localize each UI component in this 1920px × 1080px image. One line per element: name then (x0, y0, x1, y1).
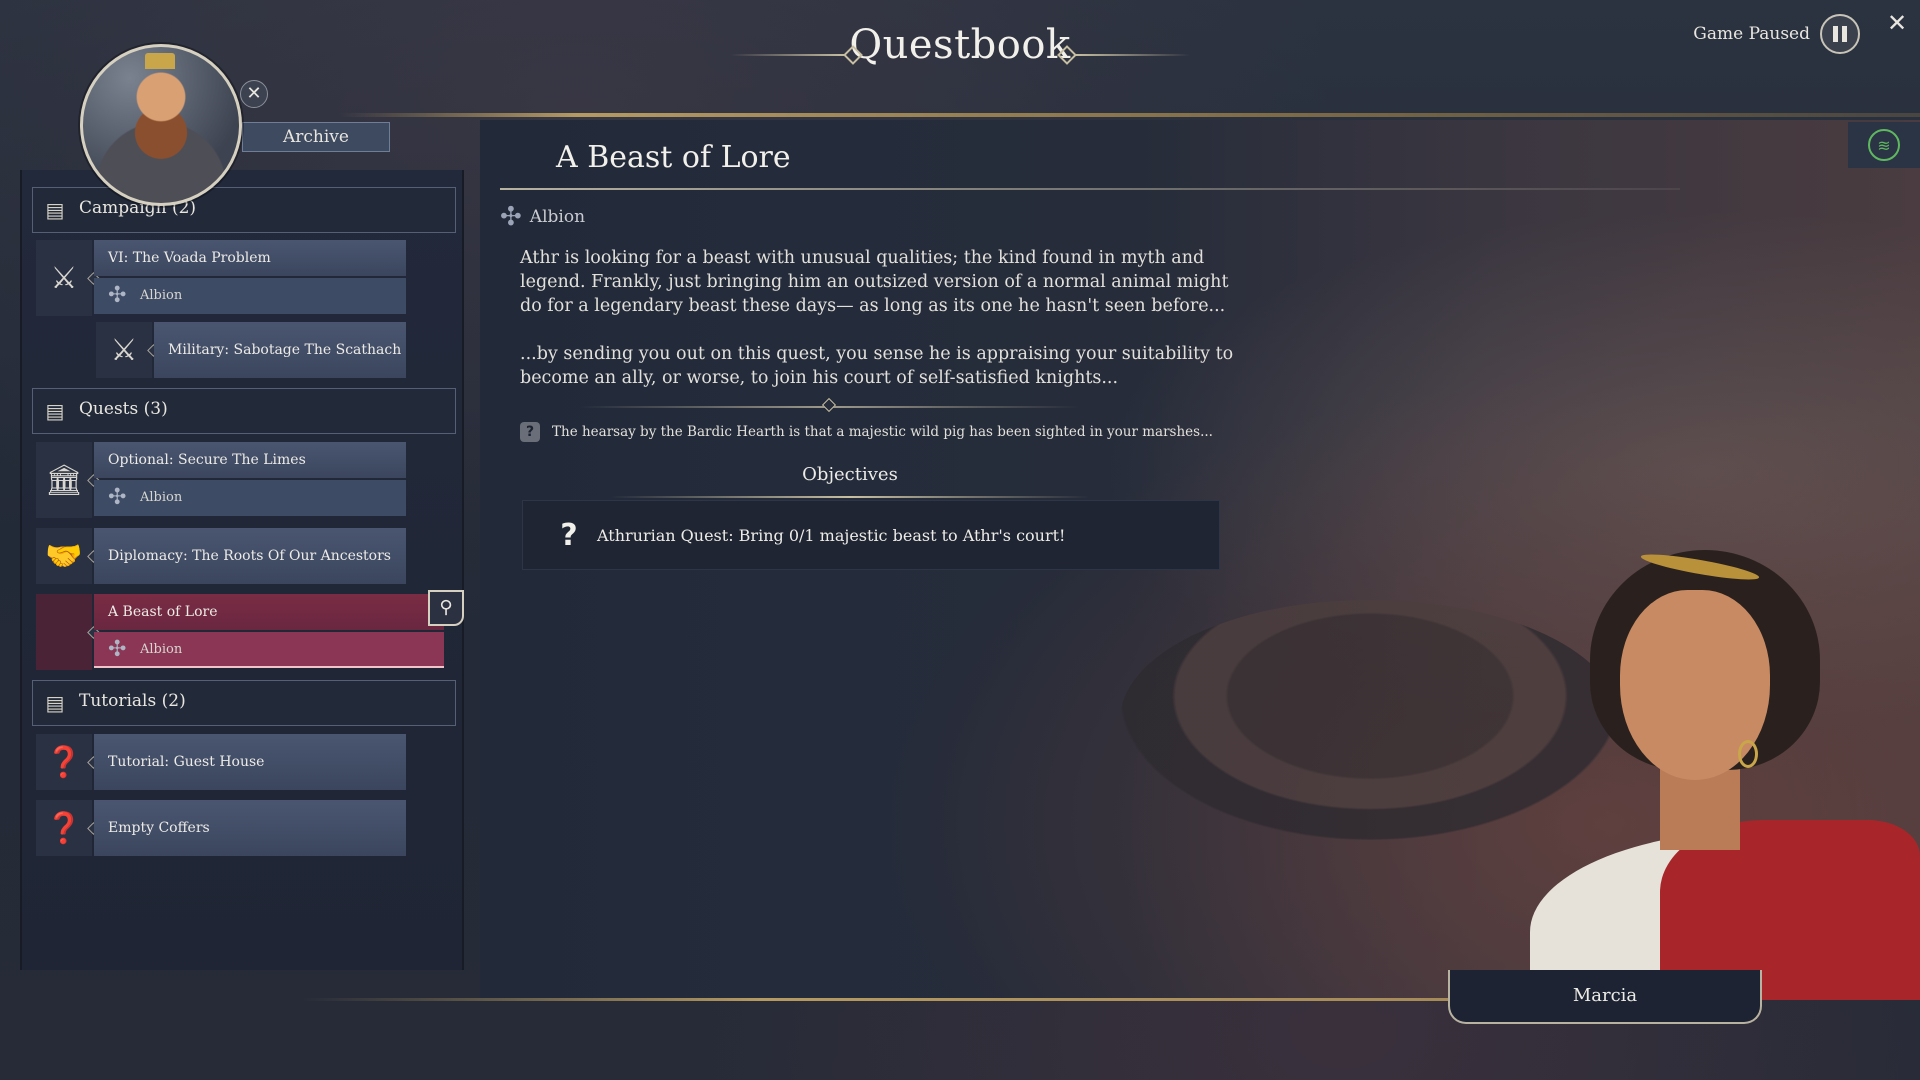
quest-title: Optional: Secure The Limes (94, 442, 406, 478)
title-wrap: Questbook (660, 22, 1260, 92)
quest-region-label: Albion (140, 642, 183, 657)
quest-item-voada[interactable]: ⚔ VI: The Voada Problem ✣ Albion (36, 240, 406, 316)
quest-icon (36, 594, 92, 670)
celtic-knot-icon: ✣ (108, 485, 127, 510)
quest-title: Military: Sabotage The Scathach (154, 322, 406, 378)
quest-region: ✣ Albion (500, 202, 585, 232)
celtic-knot-icon: ✣ (108, 283, 127, 308)
title-ornament-left (730, 54, 845, 56)
close-icon[interactable]: ✕ (240, 80, 268, 108)
quest-title: VI: The Voada Problem (94, 240, 406, 276)
quest-region-label: Albion (140, 490, 183, 505)
columns-icon: 🏛 (36, 442, 92, 518)
close-icon[interactable]: ✕ (1884, 10, 1910, 36)
connection-status[interactable]: ≋ (1848, 122, 1920, 168)
question-mark-icon: ? (560, 517, 578, 553)
page-title: Questbook (849, 22, 1071, 68)
region-label: Albion (529, 207, 586, 227)
quest-description: Athr is looking for a beast with unusual… (520, 246, 1240, 414)
section-campaign[interactable]: ▤ Campaign (2) (32, 187, 456, 233)
quest-list-panel: ▤ Campaign (2) ⚔ VI: The Voada Problem ✣… (20, 170, 464, 970)
celtic-knot-icon: ✣ (108, 637, 127, 662)
wifi-icon: ≋ (1868, 129, 1900, 161)
quest-item-sabotage[interactable]: ⚔ Military: Sabotage The Scathach (96, 322, 406, 378)
hint-text: The hearsay by the Bardic Hearth is that… (552, 424, 1213, 440)
footer-divider (300, 998, 1450, 1001)
description-paragraph: ...by sending you out on this quest, you… (520, 344, 1234, 388)
quest-hint: ? The hearsay by the Bardic Hearth is th… (520, 422, 1213, 442)
section-tutorials[interactable]: ▤ Tutorials (2) (32, 680, 456, 726)
advisor-portrait (1510, 540, 1920, 1000)
quest-body: Optional: Secure The Limes ✣ Albion (87, 442, 406, 518)
quest-body: Diplomacy: The Roots Of Our Ancestors (87, 528, 406, 584)
quest-body: Empty Coffers (87, 800, 406, 856)
title-divider (500, 188, 1680, 190)
crossed-swords-icon: ⚔ (36, 240, 92, 316)
quest-region: ✣ Albion (94, 480, 406, 516)
pin-icon[interactable]: ⚲ (428, 590, 464, 626)
scroll-icon: ▤ (45, 691, 65, 715)
quest-body: Military: Sabotage The Scathach (147, 322, 406, 378)
quest-item-limes[interactable]: 🏛 Optional: Secure The Limes ✣ Albion (36, 442, 406, 518)
scroll-icon: ▤ (45, 198, 65, 222)
section-quests[interactable]: ▤ Quests (3) (32, 388, 456, 434)
handshake-icon: 🤝 (36, 528, 92, 584)
quest-item-roots[interactable]: 🤝 Diplomacy: The Roots Of Our Ancestors (36, 528, 406, 584)
archive-button[interactable]: Archive (242, 122, 390, 152)
section-label: Tutorials (2) (79, 691, 186, 711)
crown (145, 53, 175, 69)
quest-item-beast-of-lore[interactable]: A Beast of Lore ✣ Albion ⚲ (36, 590, 464, 670)
quest-body: Tutorial: Guest House (87, 734, 406, 790)
quest-region: ✣ Albion (94, 632, 444, 668)
quest-body: VI: The Voada Problem ✣ Albion (87, 240, 406, 316)
quest-title: Empty Coffers (94, 800, 406, 856)
scroll-icon: ▤ (45, 399, 65, 423)
question-mark-icon: ❓ (36, 800, 92, 856)
quest-region: ✣ Albion (94, 278, 406, 314)
description-paragraph: Athr is looking for a beast with unusual… (520, 248, 1229, 316)
title-ornament-right (1075, 54, 1190, 56)
header-divider (340, 113, 1920, 117)
quest-detail-title: A Beast of Lore (556, 140, 791, 175)
quest-item-guest-house[interactable]: ❓ Tutorial: Guest House (36, 734, 406, 790)
advisor-earring (1738, 740, 1758, 768)
quest-title: A Beast of Lore (94, 594, 444, 630)
objectives-divider (610, 496, 1090, 498)
quest-body: A Beast of Lore ✣ Albion (87, 594, 444, 670)
quest-region-label: Albion (140, 288, 183, 303)
pause-icon (1833, 26, 1838, 42)
crossed-swords-icon: ⚔ (96, 322, 152, 378)
advisor-name-plate: Marcia (1448, 970, 1762, 1024)
objective-text: Athrurian Quest: Bring 0/1 majestic beas… (597, 525, 1066, 545)
quest-title: Tutorial: Guest House (94, 734, 406, 790)
quest-title: Diplomacy: The Roots Of Our Ancestors (94, 528, 406, 584)
player-avatar[interactable] (80, 44, 242, 206)
question-mark-icon: ? (520, 422, 540, 442)
pause-icon (1842, 26, 1847, 42)
objectives-heading: Objectives (802, 464, 898, 485)
section-label: Quests (3) (79, 399, 168, 419)
game-paused-indicator: Game Paused (1693, 14, 1860, 54)
quest-item-empty-coffers[interactable]: ❓ Empty Coffers (36, 800, 406, 856)
pause-button[interactable] (1820, 14, 1860, 54)
question-mark-icon: ❓ (36, 734, 92, 790)
objective-item: ? Athrurian Quest: Bring 0/1 majestic be… (522, 500, 1220, 570)
game-paused-label: Game Paused (1693, 24, 1810, 44)
celtic-knot-icon: ✣ (500, 202, 522, 232)
header: Questbook Game Paused ✕ (0, 0, 1920, 118)
